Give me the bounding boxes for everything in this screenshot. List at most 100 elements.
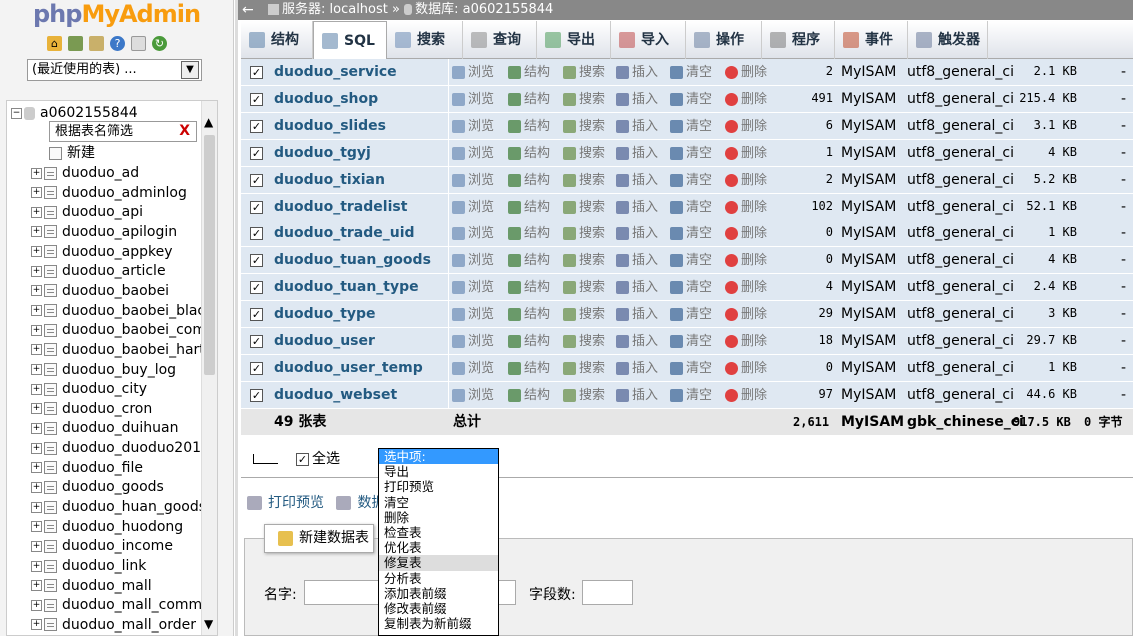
expand-icon[interactable]: +	[31, 442, 42, 454]
action-empty[interactable]: 清空	[670, 274, 712, 301]
action-browse[interactable]: 浏览	[452, 382, 494, 409]
dropdown-option[interactable]: 修复表	[379, 555, 498, 571]
dropdown-option[interactable]: 添加表前缀	[379, 586, 498, 601]
tree-table-item[interactable]: + duoduo_duihuan	[31, 418, 179, 438]
expand-icon[interactable]: +	[31, 501, 42, 513]
action-browse[interactable]: 浏览	[452, 59, 494, 86]
dropdown-option[interactable]: 分析表	[379, 571, 498, 586]
action-structure[interactable]: 结构	[508, 59, 550, 86]
action-insert[interactable]: 插入	[616, 113, 658, 140]
action-insert[interactable]: 插入	[616, 194, 658, 221]
expand-icon[interactable]: +	[31, 226, 42, 238]
action-browse[interactable]: 浏览	[452, 194, 494, 221]
table-name-link[interactable]: duoduo_tixian	[274, 167, 385, 194]
action-browse[interactable]: 浏览	[452, 301, 494, 328]
expand-icon[interactable]: +	[31, 364, 42, 375]
scroll-up-icon[interactable]: ▲	[204, 115, 213, 129]
dropdown-option[interactable]: 打印预览	[379, 479, 498, 494]
action-browse[interactable]: 浏览	[452, 113, 494, 140]
print-preview-link[interactable]: 打印预览	[268, 495, 324, 511]
action-insert[interactable]: 插入	[616, 167, 658, 194]
scroll-thumb[interactable]	[204, 135, 215, 375]
breadcrumb-database[interactable]: 数据库: a0602155844	[415, 2, 553, 17]
action-insert[interactable]: 插入	[616, 247, 658, 274]
dropdown-option[interactable]: 删除	[379, 510, 498, 525]
table-name-link[interactable]: duoduo_webset	[274, 382, 397, 409]
table-name-link[interactable]: duoduo_tuan_type	[274, 274, 419, 301]
table-filter-input[interactable]: 根据表名筛选 X	[49, 121, 197, 142]
tab-9[interactable]: 触发器	[908, 21, 988, 59]
dropdown-option[interactable]: 修改表前缀	[379, 601, 498, 616]
tree-table-item[interactable]: + duoduo_goods	[31, 477, 164, 497]
check-all-checkbox[interactable]: ✓	[296, 452, 309, 466]
expand-icon[interactable]: +	[31, 246, 42, 258]
table-name-link[interactable]: duoduo_shop	[274, 86, 378, 113]
action-insert[interactable]: 插入	[616, 220, 658, 247]
row-checkbox[interactable]: ✓	[250, 361, 263, 375]
tab-3[interactable]: 查询	[463, 21, 537, 59]
action-search[interactable]: 搜索	[563, 355, 605, 382]
dropdown-option[interactable]: 导出	[379, 464, 498, 479]
expand-icon[interactable]: +	[31, 619, 42, 631]
expand-icon[interactable]: +	[31, 540, 42, 552]
action-insert[interactable]: 插入	[616, 59, 658, 86]
expand-icon[interactable]: +	[31, 580, 42, 592]
action-search[interactable]: 搜索	[563, 220, 605, 247]
docs-icon[interactable]	[131, 36, 146, 51]
action-structure[interactable]: 结构	[508, 301, 550, 328]
row-checkbox[interactable]: ✓	[250, 254, 263, 268]
dropdown-option[interactable]: 清空	[379, 495, 498, 510]
recent-tables-select[interactable]: (最近使用的表) ... ▼	[27, 59, 202, 81]
action-empty[interactable]: 清空	[670, 247, 712, 274]
expand-icon[interactable]: +	[31, 599, 42, 611]
tab-8[interactable]: 事件	[835, 21, 908, 59]
expand-icon[interactable]: +	[31, 462, 42, 474]
table-name-link[interactable]: duoduo_user	[274, 328, 375, 355]
check-all-label[interactable]: 全选	[312, 451, 340, 467]
action-structure[interactable]: 结构	[508, 274, 550, 301]
table-name-link[interactable]: duoduo_tuan_goods	[274, 247, 431, 274]
action-empty[interactable]: 清空	[670, 86, 712, 113]
expand-icon[interactable]: +	[31, 285, 42, 297]
tree-table-item[interactable]: + duoduo_ad	[31, 163, 139, 183]
expand-icon[interactable]: +	[31, 422, 42, 434]
expand-icon[interactable]: +	[31, 560, 42, 572]
action-search[interactable]: 搜索	[563, 140, 605, 167]
action-search[interactable]: 搜索	[563, 86, 605, 113]
dropdown-option[interactable]: 优化表	[379, 540, 498, 555]
table-name-link[interactable]: duoduo_service	[274, 59, 397, 86]
action-search[interactable]: 搜索	[563, 59, 605, 86]
action-browse[interactable]: 浏览	[452, 220, 494, 247]
tree-table-item[interactable]: + duoduo_huodong	[31, 517, 183, 537]
action-browse[interactable]: 浏览	[452, 247, 494, 274]
tree-table-item[interactable]: + duoduo_file	[31, 458, 143, 478]
tree-table-item[interactable]: + duoduo_apilogin	[31, 222, 177, 242]
action-structure[interactable]: 结构	[508, 167, 550, 194]
action-browse[interactable]: 浏览	[452, 167, 494, 194]
dropdown-option[interactable]: 检查表	[379, 525, 498, 540]
action-empty[interactable]: 清空	[670, 301, 712, 328]
action-structure[interactable]: 结构	[508, 382, 550, 409]
dropdown-option[interactable]: 选中项:	[379, 449, 498, 465]
tree-table-item[interactable]: + duoduo_appkey	[31, 242, 173, 262]
row-checkbox[interactable]: ✓	[250, 227, 263, 241]
tree-table-item[interactable]: + duoduo_api	[31, 202, 143, 222]
action-empty[interactable]: 清空	[670, 140, 712, 167]
tab-5[interactable]: 导入	[611, 21, 686, 59]
table-name-link[interactable]: duoduo_trade_uid	[274, 220, 415, 247]
row-checkbox[interactable]: ✓	[250, 308, 263, 322]
expand-icon[interactable]: +	[31, 344, 42, 356]
tree-scrollbar[interactable]: ▲ ▼	[201, 101, 217, 635]
expand-icon[interactable]: +	[31, 167, 42, 179]
row-checkbox[interactable]: ✓	[250, 200, 263, 214]
tree-table-item[interactable]: + duoduo_city	[31, 379, 147, 399]
clear-filter-icon[interactable]: X	[179, 122, 190, 141]
action-insert[interactable]: 插入	[616, 140, 658, 167]
table-name-link[interactable]: duoduo_type	[274, 301, 376, 328]
action-empty[interactable]: 清空	[670, 194, 712, 221]
expand-icon[interactable]: +	[31, 324, 42, 336]
row-checkbox[interactable]: ✓	[250, 173, 263, 187]
tree-table-item[interactable]: + duoduo_adminlog	[31, 183, 187, 203]
tree-table-item[interactable]: + duoduo_baobei_hart	[31, 340, 205, 360]
action-browse[interactable]: 浏览	[452, 140, 494, 167]
